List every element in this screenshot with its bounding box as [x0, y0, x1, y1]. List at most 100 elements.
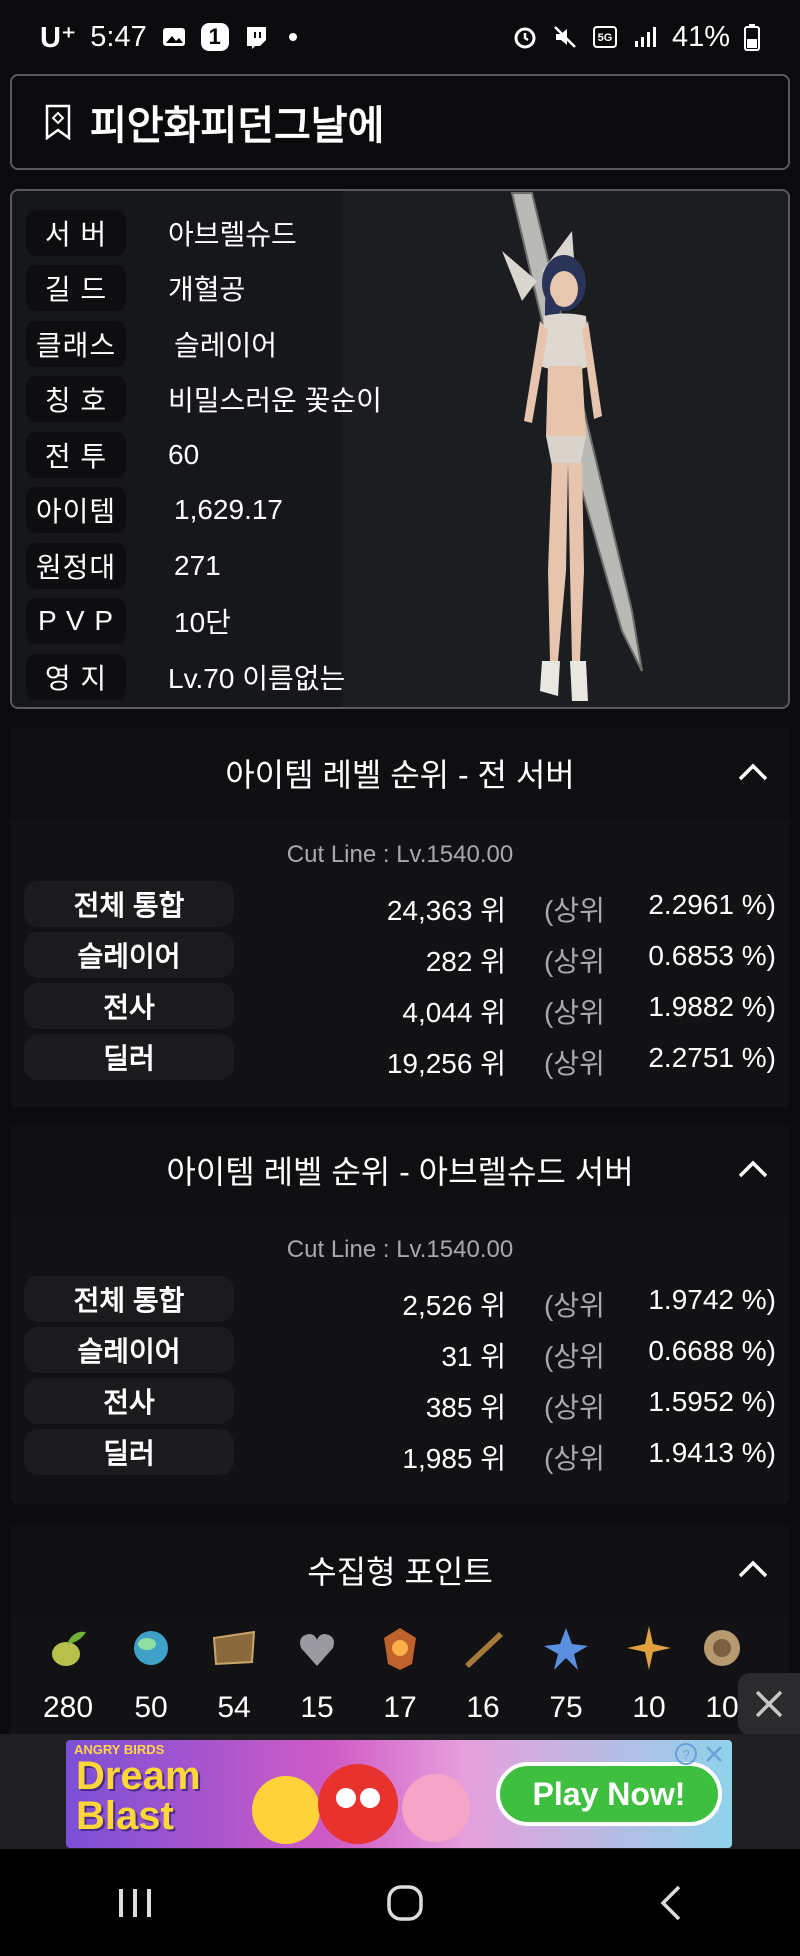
rank-value: 1,985 위 [402, 1443, 506, 1474]
ranking-label: 전사 [24, 1378, 234, 1424]
profile-value: 슬레이어 [174, 330, 278, 361]
great-art-icon [212, 1630, 256, 1666]
bookmark-icon[interactable] [44, 104, 72, 140]
collection-count: 15 [300, 1691, 334, 1724]
collection-item[interactable]: 10 [609, 1624, 689, 1725]
collection-item[interactable]: 17 [360, 1624, 440, 1725]
cut-line: Cut Line : Lv.1540.00 [286, 841, 514, 868]
ad-title-line2: Blast [76, 1794, 174, 1838]
clock: 5:47 [90, 20, 147, 53]
profile-value: 비밀스러운 꽃순이 [168, 385, 382, 416]
status-bar: U⁺ 5:47 1 5G 41% [0, 0, 800, 74]
section-title: 수집형 포인트 [307, 1554, 493, 1590]
top-label: (상위 [544, 1341, 605, 1372]
twitch-icon [246, 27, 266, 49]
ad-banner[interactable]: ANGRY BIRDS Dream Blast Play Now! ? [66, 1740, 732, 1848]
rank-value: 19,256 위 [386, 1048, 506, 1079]
giant-heart-icon [300, 1634, 334, 1666]
orpheus-star-icon [627, 1626, 671, 1670]
notification-badge: 1 [200, 23, 229, 51]
svg-text:?: ? [682, 1747, 689, 1762]
collection-item[interactable]: 15 [277, 1624, 357, 1725]
profile-key: 원정대 [26, 543, 126, 589]
home-icon[interactable] [385, 1883, 425, 1923]
collection-item[interactable]: 50 [111, 1624, 191, 1725]
profile-key: 전 투 [26, 432, 126, 478]
profile-key: 클래스 [26, 321, 126, 367]
rank-value: 24,363 위 [386, 895, 506, 926]
profile-value: 60 [168, 439, 200, 470]
rank-value: 282 위 [425, 946, 506, 977]
collection-section: 수집형 포인트 280 50 54 15 17 16 75 10 10 [10, 1524, 790, 1734]
top-label: (상위 [544, 1290, 605, 1321]
ad-banner-area: ANGRY BIRDS Dream Blast Play Now! ? [0, 1734, 800, 1849]
ad-close-button[interactable] [738, 1673, 800, 1735]
section-title: 아이템 레벨 순위 - 전 서버 [225, 757, 575, 793]
omnium-star-icon [704, 1630, 740, 1666]
battery-percent: 41% [671, 20, 730, 53]
profile-key: 아이템 [26, 487, 126, 533]
profile-value: 1,629.17 [174, 494, 283, 525]
rank-value: 31 위 [441, 1341, 506, 1372]
ranking-server-header[interactable]: 아이템 레벨 순위 - 아브렐슈드 서버 [10, 1124, 790, 1216]
percent-value: 1.9413 %) [648, 1437, 776, 1468]
ad-play-now-button[interactable]: Play Now! [496, 1762, 722, 1826]
ranking-row: 딜러 19,256 위 (상위 2.2751 %) [24, 1034, 776, 1080]
ranking-row: 전체 통합 2,526 위 (상위 1.9742 %) [24, 1276, 776, 1322]
profile-key: 서 버 [26, 210, 126, 256]
ad-info-icon[interactable]: ? [674, 1742, 698, 1766]
5g-icon: 5G [592, 26, 617, 48]
rank-value: 385 위 [425, 1392, 506, 1423]
collection-count: 16 [466, 1691, 500, 1724]
top-label: (상위 [544, 997, 605, 1028]
profile-key: 칭 호 [26, 376, 126, 422]
chevron-up-icon[interactable] [736, 1154, 770, 1184]
carrier-label: U⁺ [40, 21, 77, 54]
recent-apps-icon[interactable] [115, 1885, 155, 1921]
rank-value: 4,044 위 [402, 997, 506, 1028]
ranking-label: 딜러 [24, 1034, 234, 1080]
collection-count: 17 [383, 1691, 417, 1724]
adventure-voyage-icon [465, 1632, 503, 1668]
collection-item[interactable]: 75 [526, 1624, 606, 1725]
profile-key: P V P [26, 598, 126, 644]
ranking-row: 슬레이어 282 위 (상위 0.6853 %) [24, 932, 776, 978]
island-heart-icon [134, 1631, 168, 1665]
battery-icon [744, 24, 760, 51]
top-label: (상위 [544, 895, 605, 926]
percent-value: 1.9742 %) [648, 1284, 776, 1315]
ad-dismiss-icon[interactable] [704, 1744, 724, 1764]
top-label: (상위 [544, 946, 605, 977]
chevron-up-icon[interactable] [736, 757, 770, 787]
collection-count: 280 [42, 1691, 94, 1724]
chevron-up-icon[interactable] [736, 1554, 770, 1584]
system-navigation-bar [0, 1849, 800, 1956]
ranking-label: 슬레이어 [24, 1327, 234, 1373]
collection-count: 10 [632, 1691, 666, 1724]
ranking-label: 슬레이어 [24, 932, 234, 978]
collection-count: 50 [134, 1691, 168, 1724]
ranking-row: 전체 통합 24,363 위 (상위 2.2961 %) [24, 881, 776, 927]
ranking-row: 전사 385 위 (상위 1.5952 %) [24, 1378, 776, 1424]
signal-icon [634, 27, 656, 47]
collection-count: 75 [549, 1691, 583, 1724]
collection-item[interactable]: 280 [28, 1624, 108, 1725]
collection-item[interactable]: 54 [194, 1624, 274, 1725]
ranking-all-header[interactable]: 아이템 레벨 순위 - 전 서버 [10, 727, 790, 819]
profile-card: 서 버 아브렐슈드 길 드 개혈공 클래스 슬레이어 칭 호 비밀스러운 꽃순이 전 투… [10, 189, 790, 709]
percent-value: 0.6853 %) [648, 940, 776, 971]
profile-value: 271 [174, 550, 221, 581]
profile-key: 영 지 [26, 654, 126, 700]
cut-line: Cut Line : Lv.1540.00 [286, 1236, 514, 1263]
top-label: (상위 [544, 1443, 605, 1474]
profile-value: 아브렐슈드 [168, 219, 297, 250]
percent-value: 0.6688 %) [648, 1335, 776, 1366]
collection-item[interactable]: 16 [443, 1624, 523, 1725]
ranking-label: 전체 통합 [24, 881, 234, 927]
collection-header[interactable]: 수집형 포인트 [10, 1524, 790, 1616]
ignea-token-icon [384, 1628, 416, 1670]
percent-value: 1.9882 %) [648, 991, 776, 1022]
profile-value: 10단 [174, 607, 231, 638]
ranking-row: 딜러 1,985 위 (상위 1.9413 %) [24, 1429, 776, 1475]
back-icon[interactable] [655, 1883, 685, 1923]
